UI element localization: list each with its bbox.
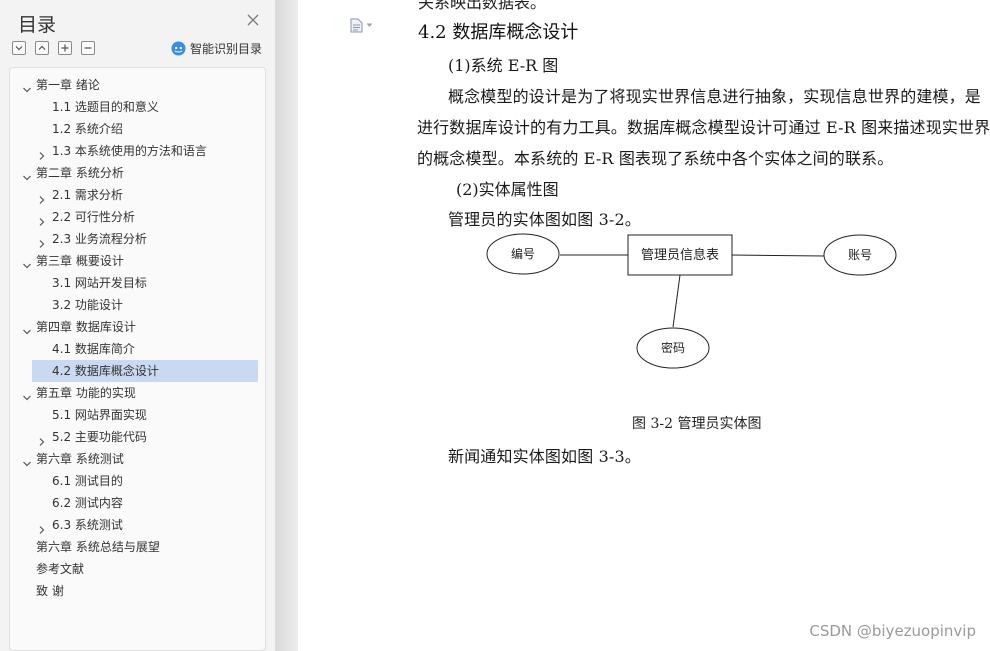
toc-item-label: 第六章 系统总结与展望 xyxy=(36,540,160,554)
toc-item-label: 1.1 选题目的和意义 xyxy=(52,100,159,114)
attribute-label: 密码 xyxy=(661,340,685,355)
toc-item[interactable]: 2.2 可行性分析 xyxy=(10,206,265,228)
er-diagram: 管理员信息表 编号 账号 密码 xyxy=(486,233,897,369)
paragraph-line: 管理员的实体图如图 3-2。 xyxy=(448,210,641,229)
ai-assistant-icon xyxy=(171,41,186,56)
toc-item-label: 6.2 测试内容 xyxy=(52,496,123,510)
toc-sidebar: 目录 智能识别目录 第一章 绪论 1.1 选题目的和意义 1.2 系统介绍 1.3 本… xyxy=(0,0,276,651)
attribute-label: 账号 xyxy=(848,248,872,262)
chevron-down-icon[interactable] xyxy=(22,454,32,467)
document-page: 关系映出数据表。 4.2 数据库概念设计 (1)系统 E-R 图 概念模型的设计… xyxy=(298,0,990,651)
toc-item[interactable]: 4.2 数据库概念设计 xyxy=(32,360,258,382)
chevron-down-icon[interactable] xyxy=(22,322,32,335)
toc-item[interactable]: 第五章 功能的实现 xyxy=(10,382,265,404)
section-heading: 4.2 数据库概念设计 xyxy=(418,22,579,43)
remove-item-icon[interactable] xyxy=(81,41,95,55)
toc-item-label: 4.1 数据库简介 xyxy=(52,342,135,356)
toc-item[interactable]: 6.2 测试内容 xyxy=(10,492,265,514)
toc-toolbar xyxy=(12,41,95,57)
entity-label: 管理员信息表 xyxy=(641,247,719,263)
toc-item-label: 第二章 系统分析 xyxy=(36,166,124,180)
chevron-right-icon[interactable] xyxy=(37,190,47,204)
chevron-right-icon[interactable] xyxy=(37,234,47,248)
toc-item-label: 2.2 可行性分析 xyxy=(52,210,135,224)
toc-item-label: 6.3 系统测试 xyxy=(52,518,123,532)
paragraph-line: 的概念模型。本系统的 E-R 图表现了系统中各个实体之间的联系。 xyxy=(417,149,894,168)
toc-item[interactable]: 5.2 主要功能代码 xyxy=(10,426,265,448)
chevron-right-icon[interactable] xyxy=(37,520,47,534)
toc-item[interactable]: 第一章 绪论 xyxy=(10,74,265,96)
toc-item-label: 4.2 数据库概念设计 xyxy=(52,364,159,378)
toc-item[interactable]: 致 谢 xyxy=(10,580,265,602)
toc-title: 目录 xyxy=(18,14,57,36)
chevron-down-icon[interactable] xyxy=(22,256,32,269)
page-gutter xyxy=(276,0,298,651)
toc-item[interactable]: 1.3 本系统使用的方法和语言 xyxy=(10,140,265,162)
expand-all-icon[interactable] xyxy=(12,41,26,55)
attribute-label: 编号 xyxy=(511,246,535,261)
toc-item[interactable]: 2.3 业务流程分析 xyxy=(10,228,265,250)
toc-item[interactable]: 1.2 系统介绍 xyxy=(10,118,265,140)
toc-item-label: 5.2 主要功能代码 xyxy=(52,430,147,444)
entity-box: 管理员信息表 xyxy=(627,234,733,276)
toc-item[interactable]: 4.1 数据库简介 xyxy=(10,338,265,360)
collapse-all-icon[interactable] xyxy=(35,41,49,55)
figure-caption: 图 3-2 管理员实体图 xyxy=(632,416,762,432)
document-icon xyxy=(350,18,363,33)
toc-item-label: 第一章 绪论 xyxy=(36,78,100,92)
toc-item[interactable]: 参考文献 xyxy=(10,558,265,580)
toc-item-label: 1.3 本系统使用的方法和语言 xyxy=(52,144,207,158)
chevron-right-icon[interactable] xyxy=(37,146,47,160)
paragraph-menu-button[interactable] xyxy=(350,18,373,33)
toc-item[interactable]: 3.1 网站开发目标 xyxy=(10,272,265,294)
toc-item[interactable]: 1.1 选题目的和意义 xyxy=(10,96,265,118)
attribute-left: 编号 xyxy=(486,233,560,275)
toc-item[interactable]: 第四章 数据库设计 xyxy=(10,316,265,338)
toc-item-label: 第三章 概要设计 xyxy=(36,254,124,268)
caret-down-icon xyxy=(366,23,373,27)
toc-item-label: 2.1 需求分析 xyxy=(52,188,123,202)
chevron-down-icon[interactable] xyxy=(22,168,32,181)
toc-item[interactable]: 6.1 测试目的 xyxy=(10,470,265,492)
paragraph-line: 新闻通知实体图如图 3-3。 xyxy=(448,447,641,466)
toc-item-label: 3.1 网站开发目标 xyxy=(52,276,147,290)
smart-toc-label: 智能识别目录 xyxy=(190,42,263,56)
toc-item-label: 2.3 业务流程分析 xyxy=(52,232,147,246)
toc-item[interactable]: 第三章 概要设计 xyxy=(10,250,265,272)
previous-text-line: 关系映出数据表。 xyxy=(418,0,547,12)
toc-item-label: 3.2 功能设计 xyxy=(52,298,123,312)
chevron-right-icon[interactable] xyxy=(37,212,47,226)
toc-item-label: 第五章 功能的实现 xyxy=(36,386,136,400)
attribute-right: 账号 xyxy=(823,234,897,276)
toc-item[interactable]: 3.2 功能设计 xyxy=(10,294,265,316)
paragraph-line: 概念模型的设计是为了将现实世界信息进行抽象，实现信息世界的建模，是 xyxy=(448,87,981,106)
add-item-icon[interactable] xyxy=(58,41,72,55)
toc-tree: 第一章 绪论 1.1 选题目的和意义 1.2 系统介绍 1.3 本系统使用的方法和语言… xyxy=(9,67,266,651)
toc-item[interactable]: 2.1 需求分析 xyxy=(10,184,265,206)
toc-item-label: 6.1 测试目的 xyxy=(52,474,123,488)
toc-item[interactable]: 6.3 系统测试 xyxy=(10,514,265,536)
toc-item[interactable]: 第六章 系统测试 xyxy=(10,448,265,470)
toc-item[interactable]: 第六章 系统总结与展望 xyxy=(10,536,265,558)
toc-item-label: 参考文献 xyxy=(36,562,85,576)
watermark: CSDN @biyezuopinvip xyxy=(809,622,976,640)
toc-item-label: 第六章 系统测试 xyxy=(36,452,124,466)
smart-toc-button[interactable]: 智能识别目录 xyxy=(171,40,262,57)
paragraph-line: 进行数据库设计的有力工具。数据库概念模型设计可通过 E-R 图来描述现实世界 xyxy=(417,118,990,137)
toc-item-label: 1.2 系统介绍 xyxy=(52,122,123,136)
chevron-right-icon[interactable] xyxy=(37,432,47,446)
toc-item-label: 第四章 数据库设计 xyxy=(36,320,136,334)
toc-item-label: 5.1 网站界面实现 xyxy=(52,408,147,422)
toc-item[interactable]: 第二章 系统分析 xyxy=(10,162,265,184)
chevron-down-icon[interactable] xyxy=(22,388,32,401)
close-icon[interactable] xyxy=(244,11,262,29)
toc-item-label: 致 谢 xyxy=(36,584,64,598)
subheading-er: (1)系统 E-R 图 xyxy=(448,56,559,75)
chevron-down-icon[interactable] xyxy=(22,80,32,93)
toc-item[interactable]: 5.1 网站界面实现 xyxy=(10,404,265,426)
subheading-entity: (2)实体属性图 xyxy=(456,180,559,199)
attribute-bottom: 密码 xyxy=(636,327,710,369)
